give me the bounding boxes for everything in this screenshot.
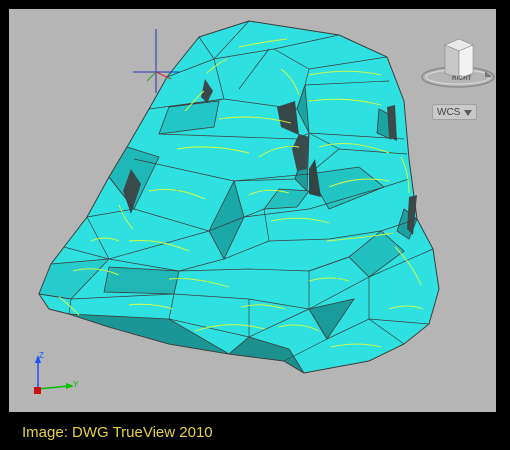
- ucs-y-label: Y: [73, 380, 79, 389]
- view-cube-icon: [421, 38, 495, 88]
- image-caption: Image: DWG TrueView 2010: [22, 424, 213, 441]
- wcs-label: WCS: [437, 106, 461, 118]
- chevron-down-icon: [464, 110, 472, 116]
- ucs-axes-icon: [34, 355, 74, 394]
- ucs-icon: Z Y: [27, 345, 91, 401]
- view-cube[interactable]: RIGHT: [419, 33, 496, 95]
- wcs-menu-button[interactable]: WCS: [432, 104, 477, 120]
- mesh-face: [103, 266, 180, 295]
- viewcube-face-label[interactable]: RIGHT: [452, 76, 472, 82]
- ucs-z-label: Z: [39, 351, 44, 360]
- drawing-viewport[interactable]: RIGHT WCS Z Y: [9, 9, 496, 412]
